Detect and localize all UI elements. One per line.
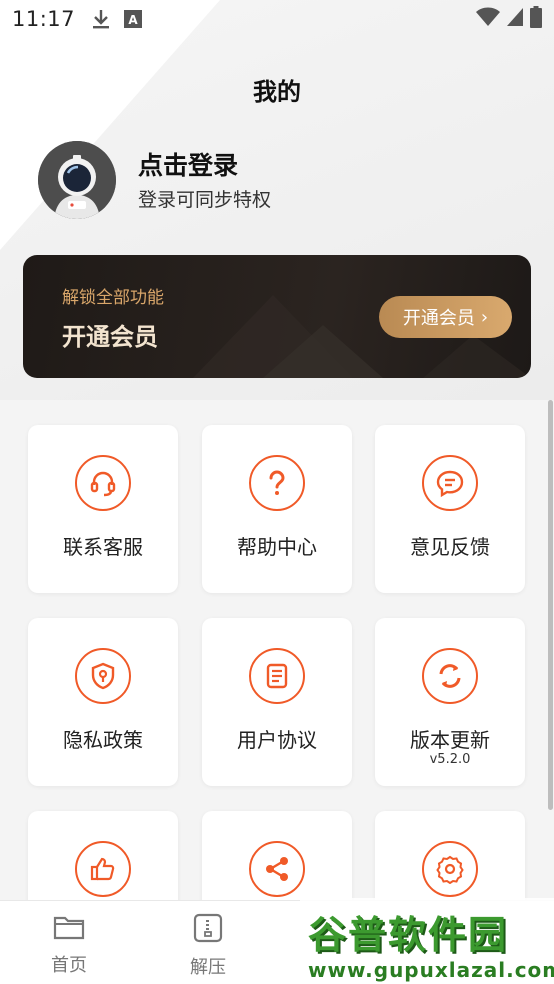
avatar[interactable] [38,141,116,219]
gear-icon [422,841,478,897]
watermark-brand: 谷普软件园 [308,913,509,957]
status-time: 11:17 [12,7,76,31]
signal-icon [506,7,524,31]
contact-support-label: 联系客服 [63,535,143,559]
astronaut-icon [38,141,116,219]
status-bar: 11:17 A [0,0,554,38]
nav-item-home[interactable]: 首页 [29,913,109,977]
nav-label-home: 首页 [51,955,87,976]
contact-support-card[interactable]: 联系客服 [28,425,178,593]
svg-text:A: A [128,13,138,27]
login-subtitle: 登录可同步特权 [138,188,272,211]
vip-title: 开通会员 [62,323,158,351]
folder-icon [53,916,85,945]
share-icon [249,841,305,897]
archive-icon [193,913,223,947]
vip-card[interactable]: 解锁全部功能 开通会员 开通会员 › [23,255,531,378]
help-center-card[interactable]: 帮助中心 [202,425,352,593]
shield-icon [75,648,131,704]
download-icon [91,8,111,30]
keyboard-icon: A [123,9,143,29]
chevron-right-icon: › [480,306,489,328]
version-update-card[interactable]: 版本更新 v5.2.0 [375,618,525,786]
headset-icon [75,455,131,511]
login-title[interactable]: 点击登录 [138,149,271,183]
user-agreement-label: 用户协议 [237,728,317,752]
user-agreement-card[interactable]: 用户协议 [202,618,352,786]
help-center-label: 帮助中心 [237,535,317,559]
thumbs-up-icon [75,841,131,897]
login-profile[interactable]: 点击登录 登录可同步特权 [38,141,271,219]
feedback-label: 意见反馈 [410,535,490,559]
version-update-label: 版本更新 [410,728,490,752]
nav-label-decompress: 解压 [190,957,226,978]
version-number: v5.2.0 [429,752,471,767]
status-indicators [476,6,542,32]
watermark: 谷普软件园 www.gupuxlazal.com [300,898,554,984]
nav-item-decompress[interactable]: 解压 [168,913,248,979]
open-vip-button-label: 开通会员 [402,308,475,329]
document-icon [249,648,305,704]
wifi-icon [476,7,500,31]
feedback-card[interactable]: 意见反馈 [375,425,525,593]
open-vip-button[interactable]: 开通会员 › [379,296,512,338]
watermark-url: www.gupuxlazal.com [308,958,554,982]
battery-icon [530,6,542,32]
page-title: 我的 [253,78,301,106]
privacy-policy-card[interactable]: 隐私政策 [28,618,178,786]
refresh-icon [422,648,478,704]
scrollbar[interactable] [548,400,553,810]
chat-bubble-icon [422,455,478,511]
question-icon [249,455,305,511]
vip-subtitle: 解锁全部功能 [62,288,164,308]
privacy-policy-label: 隐私政策 [63,728,143,752]
